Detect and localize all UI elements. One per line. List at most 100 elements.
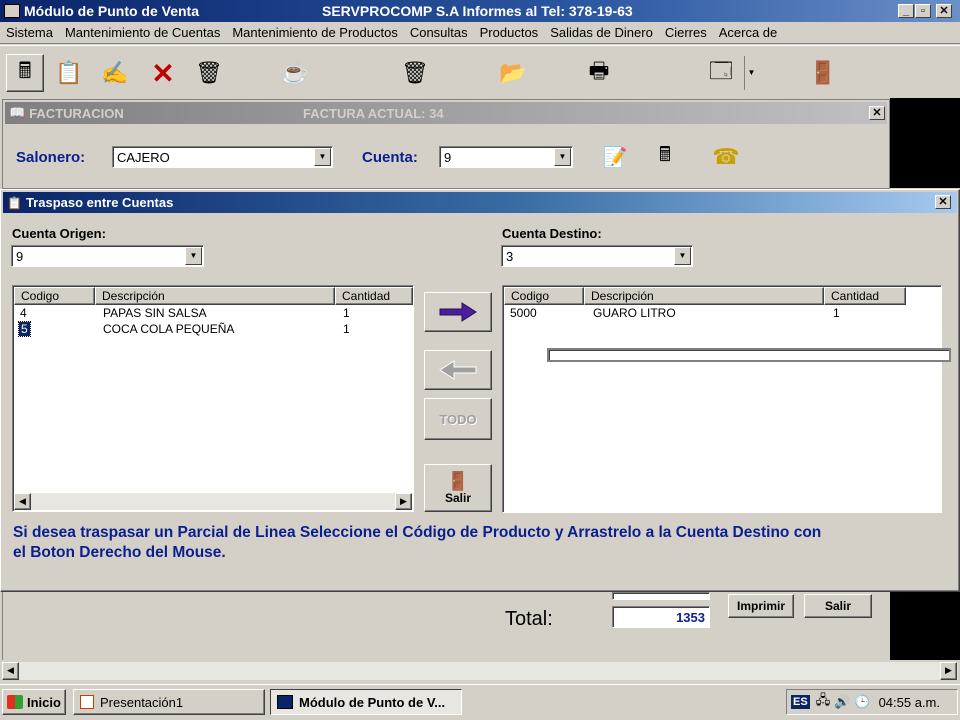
delete-icon[interactable]: ✕ (144, 54, 182, 92)
chevron-down-icon[interactable]: ▼ (314, 148, 331, 166)
wastebasket-icon[interactable]: 🗑 (190, 54, 228, 92)
column-header-codigo[interactable]: Codigo (14, 287, 95, 305)
start-button[interactable]: Inicio (2, 689, 66, 715)
taskbar: Inicio Presentación1 Módulo de Punto de … (0, 684, 960, 720)
clipboard-icon: 📋 (7, 195, 22, 210)
language-indicator[interactable]: ES (791, 695, 810, 709)
total-label: Total: (505, 608, 553, 630)
instructions-text: Si desea traspasar un Parcial de Linea S… (13, 523, 953, 563)
todo-button[interactable]: TODO (424, 398, 492, 440)
cell-descripcion: COCA COLA PEQUEÑA (103, 322, 235, 336)
printer-icon[interactable]: 🖶 (580, 54, 618, 92)
scroll-left-icon[interactable]: ◀ (2, 662, 19, 680)
write-icon[interactable]: ✍ (96, 54, 134, 92)
column-header-codigo[interactable]: Codigo (504, 287, 584, 305)
chevron-down-icon[interactable]: ▼ (674, 247, 691, 265)
facturacion-close-button[interactable]: ✕ (869, 106, 885, 120)
chevron-down-icon[interactable]: ▼ (185, 247, 202, 265)
window-title: Módulo de Punto de Venta (24, 3, 199, 19)
task-punto-venta[interactable]: Módulo de Punto de V... (270, 689, 462, 715)
close-button[interactable]: ✕ (936, 4, 952, 18)
menu-sistema[interactable]: Sistema (6, 25, 53, 40)
move-left-button[interactable] (424, 350, 492, 390)
exit-door-icon[interactable]: 🚪 (804, 54, 842, 92)
origen-horizontal-scrollbar[interactable]: ◀ ▶ (14, 493, 412, 510)
app-icon (4, 4, 20, 18)
network-icon[interactable]: 🖧 (816, 691, 831, 713)
menu-acerca-de[interactable]: Acerca de (719, 25, 778, 40)
volume-icon[interactable]: 🔊 (834, 694, 850, 710)
destino-list[interactable]: Codigo Descripción Cantidad 5000 GUARO L… (502, 285, 942, 513)
table-row[interactable]: 4 PAPAS SIN SALSA 1 (14, 306, 412, 322)
menu-consultas[interactable]: Consultas (410, 25, 468, 40)
main-title-bar: Módulo de Punto de Venta SERVPROCOMP S.A… (0, 0, 960, 22)
scroll-right-icon[interactable]: ▶ (395, 493, 412, 510)
instructions-line-1: Si desea traspasar un Parcial de Linea S… (13, 524, 822, 541)
imprimir-button[interactable]: Imprimir (728, 594, 794, 618)
cell-cantidad: 1 (833, 306, 840, 320)
column-header-cantidad[interactable]: Cantidad (824, 287, 906, 305)
cuenta-select[interactable]: 9 ▼ (439, 146, 573, 168)
cuenta-value: 9 (444, 150, 452, 165)
menu-productos[interactable]: Productos (480, 25, 539, 40)
traspaso-salir-button[interactable]: 🚪 Salir (424, 464, 492, 512)
move-right-button[interactable] (424, 292, 492, 332)
menu-cierres[interactable]: Cierres (665, 25, 707, 40)
cell-descripcion: GUARO LITRO (593, 306, 676, 320)
coffee-maker-icon[interactable]: ☕ (276, 54, 314, 92)
column-header-cantidad[interactable]: Cantidad (335, 287, 413, 305)
maximize-button[interactable]: ▫ (915, 4, 931, 18)
imprimir-label: Imprimir (736, 599, 785, 613)
salonero-select[interactable]: CAJERO ▼ (112, 146, 333, 168)
traspaso-dialog: 📋 Traspaso entre Cuentas ✕ Cuenta Origen… (0, 189, 960, 592)
chevron-down-icon[interactable]: ▼ (554, 148, 571, 166)
facturacion-bottom: Total: 1353 Imprimir Salir (2, 592, 890, 660)
salonero-value: CAJERO (117, 150, 170, 165)
task-presentacion[interactable]: Presentación1 (73, 689, 265, 715)
edit-form-icon[interactable]: 📋 (50, 54, 88, 92)
telephone-icon[interactable]: ☎ (707, 142, 745, 172)
cell-descripcion: PAPAS SIN SALSA (103, 306, 207, 320)
trash-can-icon[interactable]: 🗑 (396, 54, 434, 92)
table-row[interactable]: 5000 GUARO LITRO 1 (504, 306, 940, 322)
todo-label: TODO (439, 411, 477, 427)
table-row[interactable]: 5 COCA COLA PEQUEÑA 1 (14, 321, 412, 338)
minimize-button[interactable]: _ (898, 4, 914, 18)
main-horizontal-scrollbar[interactable]: ◀ ▶ (2, 662, 958, 680)
total-field: 1353 (612, 606, 710, 628)
menu-salidas-dinero[interactable]: Salidas de Dinero (550, 25, 653, 40)
column-header-descripcion[interactable]: Descripción (584, 287, 824, 305)
subtotal-field (612, 592, 710, 600)
cuenta-destino-value: 3 (506, 249, 514, 264)
menu-mantenimiento-cuentas[interactable]: Mantenimiento de Cuentas (65, 25, 220, 40)
cuenta-destino-select[interactable]: 3 ▼ (501, 245, 693, 267)
menu-mantenimiento-productos[interactable]: Mantenimiento de Productos (232, 25, 397, 40)
menu-bar: Sistema Mantenimiento de Cuentas Manteni… (0, 22, 960, 44)
cuenta-origen-select[interactable]: 9 ▼ (11, 245, 204, 267)
calculator-dropdown-icon[interactable]: ▼ (744, 56, 758, 90)
cuenta-origen-label: Cuenta Origen: (12, 226, 106, 241)
salir-button[interactable]: Salir (804, 594, 872, 618)
scroll-right-icon[interactable]: ▶ (940, 662, 957, 680)
task-label: Módulo de Punto de V... (299, 694, 446, 710)
cuenta-destino-label: Cuenta Destino: (502, 226, 602, 241)
calculator-icon[interactable]: 🗔 (702, 54, 740, 92)
row-edit-box[interactable] (547, 348, 951, 362)
cell-codigo: 5 (18, 321, 31, 337)
column-header-descripcion[interactable]: Descripción (95, 287, 335, 305)
salonero-label: Salonero: (16, 149, 86, 166)
scroll-left-icon[interactable]: ◀ (14, 493, 31, 510)
total-value: 1353 (676, 610, 705, 625)
scheduler-icon[interactable]: 🕒 (854, 694, 870, 710)
origen-list[interactable]: Codigo Descripción Cantidad 4 PAPAS SIN … (12, 285, 414, 512)
traspaso-close-button[interactable]: ✕ (935, 195, 951, 209)
cash-register-icon[interactable]: 🖩 (6, 54, 44, 92)
facturacion-title-bar: 📖 FACTURACION FACTURA ACTUAL: 34 ✕ (5, 102, 887, 124)
register-icon[interactable]: 🖩 (649, 142, 681, 172)
clock: 04:55 a.m. (878, 694, 940, 710)
system-tray: ES 🖧 🔊 🕒 04:55 a.m. (786, 689, 958, 715)
start-label: Inicio (27, 694, 61, 710)
task-label: Presentación1 (100, 694, 184, 710)
reports-icon[interactable]: 📂 (494, 54, 532, 92)
notepad-icon[interactable]: 📝 (599, 142, 631, 172)
